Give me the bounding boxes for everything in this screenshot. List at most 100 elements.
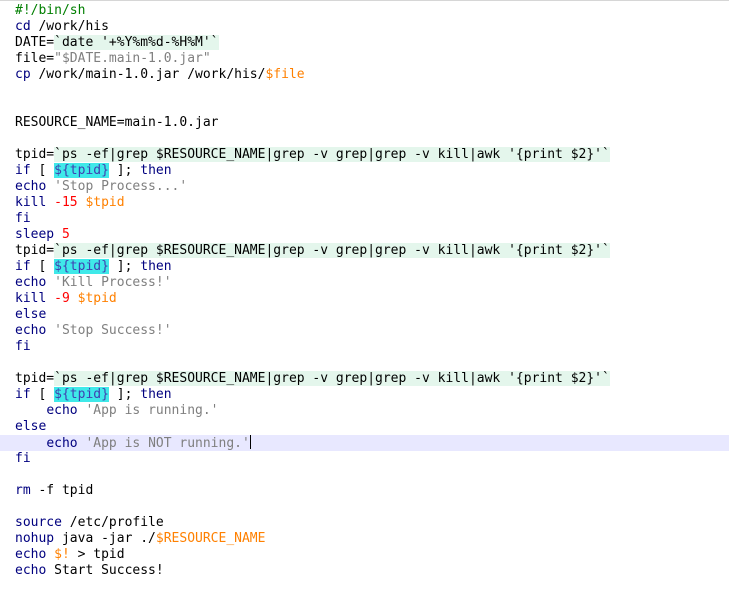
code-token: 'Stop Success!' — [54, 323, 172, 338]
code-token: fi — [15, 451, 31, 466]
code-line[interactable]: rm -f tpid — [0, 483, 729, 499]
code-token: source — [15, 515, 62, 530]
code-line[interactable]: sleep 5 — [0, 227, 729, 243]
code-token: echo — [15, 179, 47, 194]
code-token: [ — [30, 387, 55, 402]
code-token: if — [15, 387, 31, 402]
code-token: ]; — [108, 259, 141, 274]
code-line[interactable]: cd /work/his — [0, 19, 729, 35]
code-token: echo — [15, 563, 47, 578]
code-token: cd — [15, 19, 31, 34]
code-line[interactable]: DATE=`date '+%Y%m%d-%H%M'` — [0, 35, 729, 51]
code-token: if — [15, 163, 31, 178]
code-token: #!/bin/sh — [15, 3, 86, 18]
code-line[interactable]: cp /work/main-1.0.jar /work/his/$file — [0, 67, 729, 83]
code-token: [ — [30, 259, 55, 274]
code-token: 5 — [61, 227, 70, 242]
code-line[interactable]: #!/bin/sh — [0, 3, 729, 19]
code-token: -15 — [54, 195, 78, 210]
code-line[interactable]: echo Start Success! — [0, 563, 729, 579]
code-line[interactable] — [0, 499, 729, 515]
code-line[interactable]: if [ ${tpid} ]; then — [0, 387, 729, 403]
code-line[interactable]: else — [0, 307, 729, 323]
code-line[interactable]: nohup java -jar ./$RESOURCE_NAME — [0, 531, 729, 547]
code-line[interactable]: file="$DATE.main-1.0.jar" — [0, 51, 729, 67]
code-line[interactable]: echo $! > tpid — [0, 547, 729, 563]
code-token: fi — [15, 211, 31, 226]
code-line[interactable]: if [ ${tpid} ]; then — [0, 259, 729, 275]
code-line[interactable] — [0, 355, 729, 371]
code-line[interactable]: if [ ${tpid} ]; then — [0, 163, 729, 179]
code-token: kill — [15, 291, 47, 306]
code-token: kill — [15, 195, 47, 210]
code-token: `ps -ef|grep $RESOURCE_NAME|grep -v grep… — [54, 371, 610, 386]
code-token: echo — [15, 275, 47, 290]
code-token: ]; — [108, 163, 141, 178]
code-line[interactable]: echo 'Stop Process...' — [0, 179, 729, 195]
code-token: Start Success! — [46, 563, 164, 578]
code-token: then — [140, 259, 172, 274]
code-line[interactable]: echo 'Kill Process!' — [0, 275, 729, 291]
code-token: echo — [15, 547, 47, 562]
code-token: then — [140, 387, 172, 402]
code-line[interactable]: tpid=`ps -ef|grep $RESOURCE_NAME|grep -v… — [0, 147, 729, 163]
code-token: java -jar ./ — [54, 531, 156, 546]
code-token: 'App is running.' — [85, 403, 219, 418]
code-line[interactable] — [0, 467, 729, 483]
code-token: `ps -ef|grep $RESOURCE_NAME|grep -v grep… — [54, 243, 610, 258]
code-token: cp — [15, 67, 31, 82]
code-line[interactable]: echo 'Stop Success!' — [0, 323, 729, 339]
text-cursor — [249, 435, 251, 449]
code-line[interactable]: echo 'App is NOT running.' — [0, 435, 729, 451]
code-token: else — [15, 307, 47, 322]
code-token: fi — [15, 339, 31, 354]
code-line[interactable] — [0, 83, 729, 99]
code-token: tpid= — [15, 243, 55, 258]
code-line[interactable]: echo 'App is running.' — [0, 403, 729, 419]
code-token: 'Kill Process!' — [54, 275, 172, 290]
code-token: 'App is NOT running.' — [85, 436, 250, 451]
code-token: echo — [15, 323, 47, 338]
code-line[interactable]: tpid=`ps -ef|grep $RESOURCE_NAME|grep -v… — [0, 371, 729, 387]
code-line[interactable] — [0, 131, 729, 147]
code-line[interactable]: tpid=`ps -ef|grep $RESOURCE_NAME|grep -v… — [0, 243, 729, 259]
code-token: "$DATE.main-1.0.jar" — [54, 51, 211, 66]
code-token: sleep — [15, 227, 55, 242]
code-token: `ps -ef|grep $RESOURCE_NAME|grep -v grep… — [54, 147, 610, 162]
code-token: nohup — [15, 531, 55, 546]
code-token: $! — [54, 547, 70, 562]
code-token: file= — [15, 51, 55, 66]
code-line[interactable]: fi — [0, 339, 729, 355]
code-token: -9 — [54, 291, 70, 306]
code-token: ${tpid} — [54, 259, 109, 274]
code-token: rm — [15, 483, 31, 498]
code-token: > tpid — [69, 547, 125, 562]
code-token: $RESOURCE_NAME — [155, 531, 266, 546]
code-token: tpid= — [15, 147, 55, 162]
code-token: tpid= — [15, 371, 55, 386]
code-token: /work/his — [30, 19, 109, 34]
code-token: if — [15, 259, 31, 274]
code-editor[interactable]: #!/bin/sh cd /work/his DATE=`date '+%Y%m%d… — [0, 0, 729, 590]
code-line[interactable] — [0, 99, 729, 115]
code-line[interactable]: else — [0, 419, 729, 435]
code-line[interactable]: kill -15 $tpid — [0, 195, 729, 211]
code-token: echo — [46, 403, 78, 418]
code-line[interactable]: source /etc/profile — [0, 515, 729, 531]
code-line[interactable]: fi — [0, 211, 729, 227]
code-token: $tpid — [85, 195, 125, 210]
code-line[interactable]: fi — [0, 451, 729, 467]
code-line[interactable]: RESOURCE_NAME=main-1.0.jar — [0, 115, 729, 131]
code-token: $tpid — [77, 291, 117, 306]
code-token: ]; — [108, 387, 141, 402]
code-line[interactable]: kill -9 $tpid — [0, 291, 729, 307]
